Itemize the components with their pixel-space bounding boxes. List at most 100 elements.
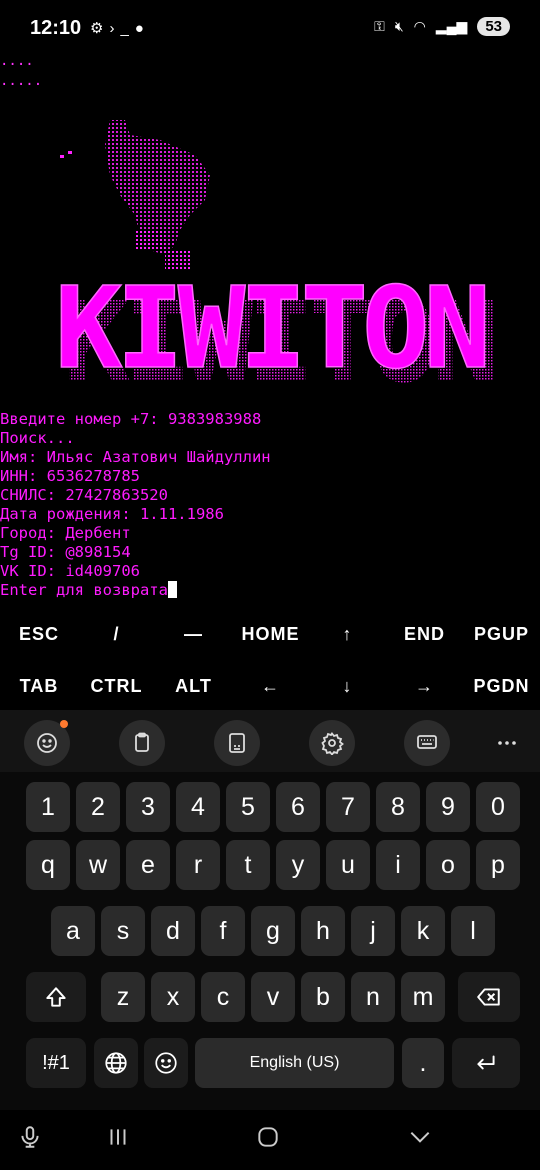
tab-key[interactable]: TAB: [0, 662, 78, 710]
key-k[interactable]: k: [401, 906, 445, 956]
terminal-output[interactable]: .... ..... KIWITON KIWITON Введите номер…: [0, 50, 540, 610]
key-0[interactable]: 0: [476, 782, 520, 832]
status-time: 12:10: [30, 17, 82, 39]
keyboard-toolbar: [0, 710, 540, 772]
name-line: Имя: Ильяс Азатович Шайдуллин: [0, 448, 271, 466]
emoji-toolbar-button[interactable]: [24, 720, 70, 766]
up-arrow-key[interactable]: ↑: [309, 610, 386, 658]
pgup-key[interactable]: PGUP: [463, 610, 540, 658]
notification-icons: ⚙›_●: [90, 19, 150, 37]
keypad-icon: [229, 733, 245, 753]
key-r[interactable]: r: [176, 840, 220, 890]
key-8[interactable]: 8: [376, 782, 420, 832]
key-e[interactable]: e: [126, 840, 170, 890]
clipboard-toolbar-button[interactable]: [119, 720, 165, 766]
backspace-key[interactable]: [458, 972, 520, 1022]
birthdate-line: Дата рождения: 1.11.1986: [0, 505, 224, 523]
space-key[interactable]: English (US): [195, 1038, 394, 1088]
key-3[interactable]: 3: [126, 782, 170, 832]
keyboard-icon: [417, 735, 437, 749]
key-n[interactable]: n: [351, 972, 395, 1022]
key-2[interactable]: 2: [76, 782, 120, 832]
key-x[interactable]: x: [151, 972, 195, 1022]
shift-key[interactable]: [26, 972, 86, 1022]
key-b[interactable]: b: [301, 972, 345, 1022]
city-line: Город: Дербент: [0, 524, 131, 542]
ctrl-key[interactable]: CTRL: [78, 662, 155, 710]
kiwiton-logo: KIWITON KIWITON: [54, 275, 499, 395]
key-v[interactable]: v: [251, 972, 295, 1022]
backspace-icon: [477, 988, 500, 1006]
key-6[interactable]: 6: [276, 782, 320, 832]
more-horizontal-icon: [498, 741, 516, 745]
search-status-line: Поиск...: [0, 429, 75, 447]
end-key[interactable]: END: [386, 610, 463, 658]
key-d[interactable]: d: [151, 906, 195, 956]
more-options-button[interactable]: [484, 720, 530, 766]
kiwi-bird-ascii-art: [60, 120, 210, 270]
key-p[interactable]: p: [476, 840, 520, 890]
prompt-phone-line: Введите номер +7: 9383983988: [0, 410, 262, 428]
key-u[interactable]: u: [326, 840, 370, 890]
keyboard-mode-toolbar-button[interactable]: [404, 720, 450, 766]
vk-id-line: VK ID: id409706: [0, 562, 140, 580]
key-z[interactable]: z: [101, 972, 145, 1022]
key-s[interactable]: s: [101, 906, 145, 956]
down-arrow-key[interactable]: ↓: [309, 662, 386, 710]
key-4[interactable]: 4: [176, 782, 220, 832]
pgdn-key[interactable]: PGDN: [463, 662, 540, 710]
tg-id-line: Tg ID: @898154: [0, 543, 131, 561]
symbols-key[interactable]: !#1: [26, 1038, 86, 1088]
chat-notification-icon: ●: [134, 20, 150, 37]
one-handed-toolbar-button[interactable]: [214, 720, 260, 766]
key-y[interactable]: y: [276, 840, 320, 890]
settings-toolbar-button[interactable]: [309, 720, 355, 766]
dash-key[interactable]: —: [155, 610, 232, 658]
recent-apps-button[interactable]: [103, 1122, 133, 1152]
chevron-down-icon: [410, 1131, 430, 1143]
home-button[interactable]: [253, 1122, 283, 1152]
key-j[interactable]: j: [351, 906, 395, 956]
language-key[interactable]: [94, 1038, 138, 1088]
enter-icon: [477, 1055, 495, 1070]
battery-indicator: 53: [477, 17, 510, 36]
key-t[interactable]: t: [226, 840, 270, 890]
extra-keys-bar: ESC / — HOME ↑ END PGUP TAB CTRL ALT ← ↓…: [0, 610, 540, 710]
key-a[interactable]: a: [51, 906, 95, 956]
key-7[interactable]: 7: [326, 782, 370, 832]
voice-input-button[interactable]: [15, 1122, 45, 1152]
key-l[interactable]: l: [451, 906, 495, 956]
emoji-key[interactable]: [144, 1038, 188, 1088]
period-key[interactable]: .: [402, 1038, 444, 1088]
home-icon: [258, 1127, 278, 1147]
key-5[interactable]: 5: [226, 782, 270, 832]
emoji-icon: [37, 733, 57, 753]
gear-icon: [321, 731, 344, 755]
shift-icon: [46, 987, 66, 1007]
key-i[interactable]: i: [376, 840, 420, 890]
microphone-icon: [21, 1126, 39, 1148]
key-9[interactable]: 9: [426, 782, 470, 832]
enter-return-text: Enter для возврата: [0, 581, 168, 599]
key-f[interactable]: f: [201, 906, 245, 956]
key-g[interactable]: g: [251, 906, 295, 956]
enter-return-line: Enter для возврата: [0, 581, 540, 600]
slash-key[interactable]: /: [78, 610, 155, 658]
esc-key[interactable]: ESC: [0, 610, 78, 658]
signal-icon: ▂▄▆: [435, 18, 468, 34]
key-o[interactable]: o: [426, 840, 470, 890]
soft-keyboard: 1 2 3 4 5 6 7 8 9 0 q w e r t y u i o p …: [0, 710, 540, 1170]
key-w[interactable]: w: [76, 840, 120, 890]
right-arrow-key[interactable]: →: [386, 662, 463, 710]
enter-key[interactable]: [452, 1038, 520, 1088]
home-key[interactable]: HOME: [232, 610, 309, 658]
key-c[interactable]: c: [201, 972, 245, 1022]
key-h[interactable]: h: [301, 906, 345, 956]
left-arrow-key[interactable]: ←: [232, 662, 309, 710]
key-m[interactable]: m: [401, 972, 445, 1022]
extra-keys-row-2: TAB CTRL ALT ← ↓ → PGDN: [0, 662, 540, 710]
alt-key[interactable]: ALT: [155, 662, 232, 710]
hide-keyboard-button[interactable]: [405, 1122, 435, 1152]
key-q[interactable]: q: [26, 840, 70, 890]
key-1[interactable]: 1: [26, 782, 70, 832]
